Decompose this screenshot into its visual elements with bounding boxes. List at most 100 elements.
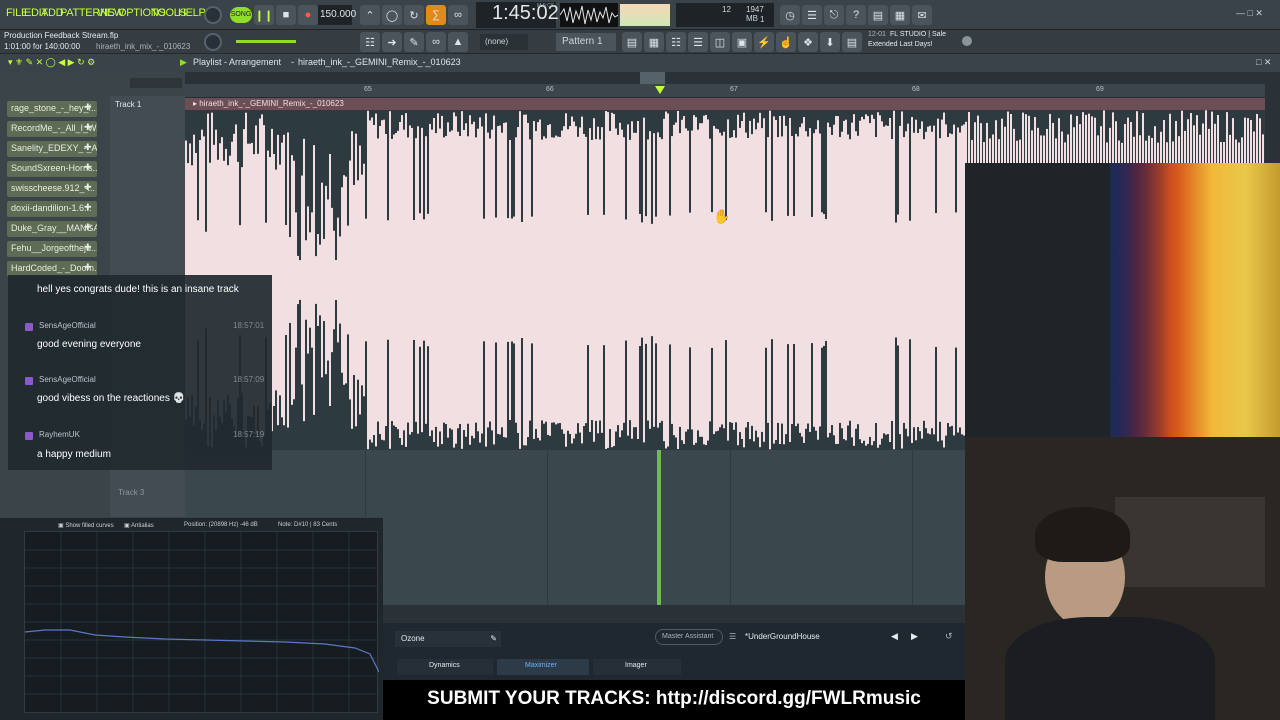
piano-icon[interactable]: ☷ [360,32,380,52]
window-controls[interactable]: — □ ✕ [1236,8,1263,19]
pencil-icon[interactable]: ✎ [404,32,424,52]
waveform-sample [383,119,385,441]
track1-label[interactable]: Track 1 [115,100,141,109]
save-icon[interactable]: ▤ [868,5,888,25]
waveform-sample [595,139,597,421]
channel-add-icon[interactable]: ✚ [84,222,92,233]
mixer-view-icon[interactable]: ☰ [688,32,708,52]
track3-label[interactable]: Track 3 [118,488,144,497]
play-button[interactable]: ❙❙ [254,5,274,25]
waveform-sample [521,221,523,339]
waveform-sample [545,138,547,422]
channel-add-icon[interactable]: ✚ [84,262,92,273]
plugin-icon[interactable]: ▦ [890,5,910,25]
news-line2[interactable]: Extended Last Days! [868,41,933,48]
link-icon[interactable]: ∞ [426,32,446,52]
waveform-sample [723,131,725,429]
channel-add-icon[interactable]: ✚ [84,162,92,173]
preset-list-icon[interactable]: ☰ [729,632,736,641]
module-imager[interactable]: Imager [593,659,681,675]
waveform-sample [327,199,329,361]
chat-icon[interactable]: ✉ [912,5,932,25]
piano-roll-icon[interactable]: ☷ [666,32,686,52]
edit-pencil-icon[interactable]: ✎ [490,634,497,643]
menu-help[interactable]: HELP [178,7,206,19]
loop-record-icon[interactable]: ∞ [448,5,468,25]
time-stretch-bar[interactable] [130,78,182,88]
online-icon[interactable] [962,36,972,46]
template-icon[interactable]: ▤ [842,32,862,52]
wait-input-icon[interactable]: ◯ [382,5,402,25]
step-edit-icon[interactable]: ∑ [426,5,446,25]
playhead-marker[interactable] [655,86,665,94]
master-pitch-knob[interactable] [204,6,222,24]
undo-icon[interactable]: ↺ [945,631,953,642]
tempo-display[interactable]: 150.000 [318,5,356,25]
download-icon[interactable]: ⬇ [820,32,840,52]
song-mode-toggle[interactable]: SONG [230,7,252,23]
playlist-title: Playlist - Arrangement [193,57,282,67]
module-dynamics[interactable]: Dynamics [397,659,493,675]
spectrum-graph[interactable] [24,531,380,714]
waveform-sample [583,133,585,427]
waveform-sample [397,130,399,430]
waveform-sample [761,128,763,432]
waveform-sample [1166,142,1168,163]
channel-add-icon[interactable]: ✚ [84,122,92,133]
master-volume-slider[interactable] [236,40,296,43]
chat-timestamp: 18:57:09 [233,375,265,384]
news-line1[interactable]: FL STUDIO | Sale [890,31,946,38]
module-maximizer[interactable]: Maximizer [497,659,589,675]
master-volume-knob[interactable] [204,33,222,51]
audio-waveform[interactable] [185,110,965,450]
project-icon[interactable]: ▣ [732,32,752,52]
playlist-scroll-thumb[interactable] [640,72,665,84]
waveform-sample [1232,118,1234,163]
waveform-sample [847,134,849,426]
waveform-sample [407,137,409,423]
waveform-sample [1052,122,1054,163]
waveform-sample [343,175,345,385]
channel-add-icon[interactable]: ✚ [84,182,92,193]
waveform-sample [821,212,823,348]
plug-icon[interactable]: ⚡ [754,32,774,52]
help-icon[interactable]: ? [846,5,866,25]
show-filled-checkbox[interactable]: ▣ Show filled curves [58,522,114,529]
waveform-sample [525,114,527,446]
undo-history-icon[interactable]: ◷ [780,5,800,25]
channel-add-icon[interactable]: ✚ [84,142,92,153]
playlist-icon[interactable]: ▤ [622,32,642,52]
waveform-sample [631,121,633,439]
channel-rack-icon[interactable]: ▦ [644,32,664,52]
snap-select[interactable]: (none) [480,34,528,50]
master-assistant-button[interactable]: Master Assistant [655,629,723,645]
channel-add-icon[interactable]: ✚ [84,102,92,113]
stop-button[interactable]: ■ [276,5,296,25]
waveform-sample [501,132,503,428]
antialias-checkbox[interactable]: ▣ Antialias [124,522,154,529]
waveform-sample [1058,118,1060,163]
waveform-sample [699,123,701,437]
preset-prev-icon[interactable]: ◀ [891,631,898,642]
mixer-icon[interactable]: ☰ [802,5,822,25]
pattern-select[interactable]: Pattern 1 [556,33,616,51]
playlist-window-controls[interactable]: □ ✕ [1256,57,1271,68]
browser-icon[interactable]: ◫ [710,32,730,52]
metronome-icon[interactable]: ⌃ [360,5,380,25]
marker-icon[interactable]: ❖ [798,32,818,52]
playlist-tools-icon[interactable]: ▾ ⚜ ✎ ✕ ◯ ◀ ▶ ↻ ⚙ [8,57,95,68]
mic-icon[interactable]: ⎋ [824,5,844,25]
channel-add-icon[interactable]: ✚ [84,202,92,213]
arrow-icon[interactable]: ➜ [382,32,402,52]
stamp-icon[interactable]: ▲ [448,32,468,52]
waveform-sample [731,137,733,423]
record-button[interactable]: ● [298,5,318,25]
ozone-preset-name[interactable]: *UnderGroundHouse [745,632,820,641]
countdown-icon[interactable]: ↻ [404,5,424,25]
audio-clip-header[interactable]: ▸ hiraeth_ink_-_GEMINI_Remix_-_010623 [185,98,1265,110]
waveform-sample [1004,126,1006,163]
ozone-preset-box[interactable]: Ozone ✎ [395,631,501,647]
channel-add-icon[interactable]: ✚ [84,242,92,253]
touch-icon[interactable]: ☝ [776,32,796,52]
preset-next-icon[interactable]: ▶ [911,631,918,642]
